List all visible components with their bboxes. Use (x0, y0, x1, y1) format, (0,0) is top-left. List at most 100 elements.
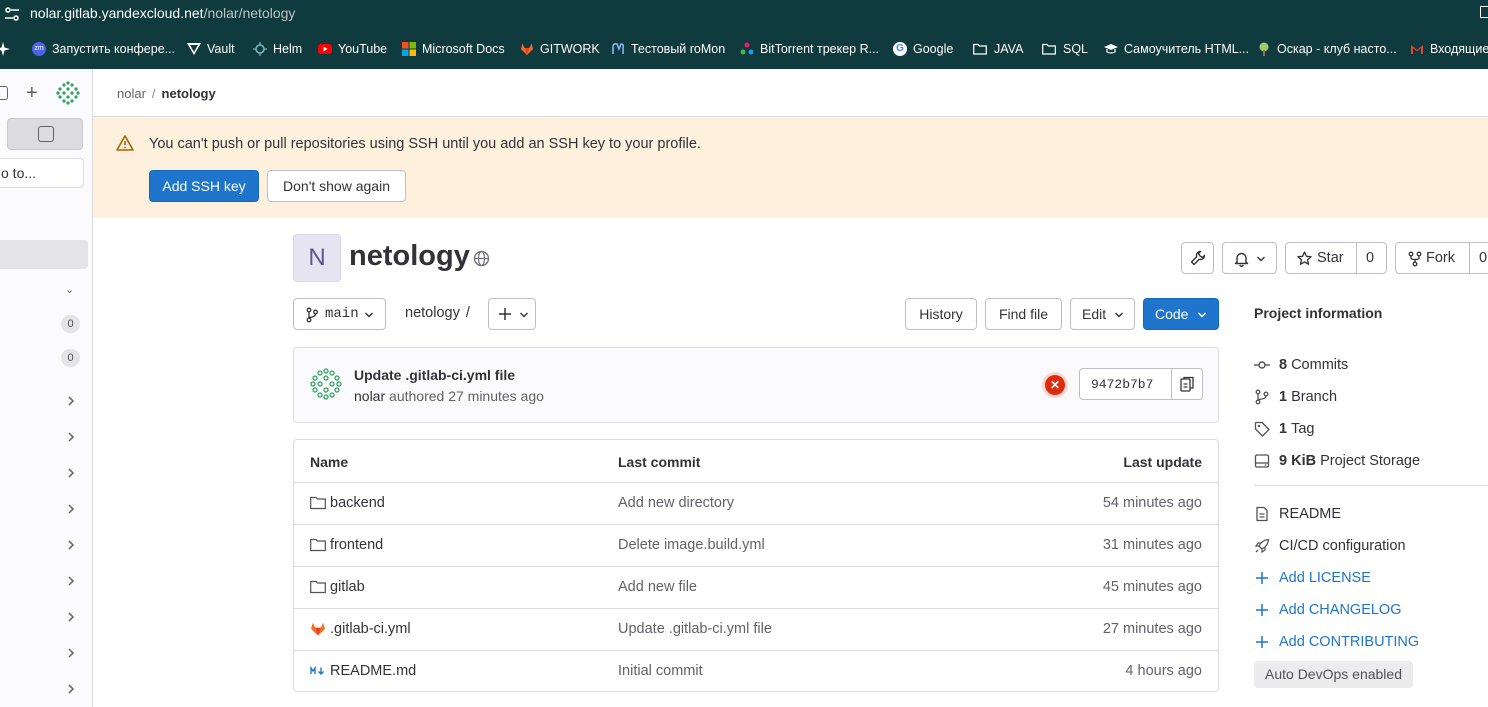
browser-address-bar[interactable]: nolar.gitlab.yandexcloud.net/nolar/netol… (0, 0, 1488, 29)
bookmark-extension[interactable] (0, 40, 16, 58)
todo-checkbox-icon[interactable] (38, 126, 54, 142)
table-row[interactable]: README.md Initial commit 4 hours ago (294, 650, 1218, 692)
fork-count[interactable]: 0 (1479, 250, 1487, 266)
last-commit-link[interactable]: Delete image.build.yml (618, 537, 765, 553)
add-contributing-link[interactable]: Add CONTRIBUTING (1254, 634, 1419, 650)
project-title[interactable]: netology (349, 240, 470, 273)
breadcrumb-separator: / (151, 86, 156, 101)
search-or-go-to-input[interactable]: o to... (0, 158, 84, 188)
table-row[interactable]: .gitlab-ci.yml Update .gitlab-ci.yml fil… (294, 608, 1218, 650)
bookmark-romon[interactable]: Тестовый roMon (611, 40, 725, 58)
add-ssh-key-button[interactable]: Add SSH key (149, 170, 259, 202)
add-license-link[interactable]: Add LICENSE (1254, 570, 1371, 586)
history-button[interactable]: History (905, 298, 977, 330)
last-update-time: 27 minutes ago (1102, 621, 1202, 637)
last-commit-link[interactable]: Add new directory (618, 495, 734, 511)
chevron-right-icon[interactable] (65, 431, 77, 443)
chevron-right-icon[interactable] (65, 683, 77, 695)
file-name-cell[interactable]: README.md (310, 663, 416, 679)
file-name[interactable]: gitlab (330, 579, 365, 595)
settings-button[interactable] (1181, 242, 1214, 274)
star-count[interactable]: 0 (1366, 250, 1374, 266)
ssh-key-alert: You can't push or pull repositories usin… (93, 117, 1488, 218)
last-commit-link[interactable]: Initial commit (618, 663, 703, 679)
breadcrumb-current-link[interactable]: netology (162, 86, 216, 101)
branch-selector[interactable]: main (293, 298, 386, 330)
bookmark-zoom[interactable]: zm Запустить конфере... (32, 40, 175, 58)
code-dropdown[interactable]: Code (1143, 298, 1219, 330)
bookmarks-bar: zm Запустить конфере... Vault Helm YouTu… (0, 29, 1488, 69)
commit-sha[interactable]: 9472b7b7 (1091, 377, 1153, 392)
star-button-group[interactable]: Star 0 (1285, 242, 1387, 274)
last-commit-link[interactable]: Add new file (618, 579, 697, 595)
bookmark-oskar[interactable]: Оскар - клуб насто... (1257, 40, 1397, 58)
file-name-cell[interactable]: backend (310, 495, 385, 511)
breadcrumb-parent-link[interactable]: nolar (117, 86, 146, 101)
repo-path-root-link[interactable]: netology (405, 305, 460, 321)
add-changelog-link[interactable]: Add CHANGELOG (1254, 602, 1402, 618)
url-text[interactable]: nolar.gitlab.yandexcloud.net/nolar/netol… (30, 5, 295, 21)
graduation-hat-icon (1104, 44, 1118, 54)
user-avatar-identicon[interactable] (56, 81, 80, 105)
sidebar-toggle-icon[interactable] (0, 86, 8, 100)
tags-link[interactable]: 1 Tag (1254, 421, 1314, 437)
commits-link[interactable]: 8 Commits (1254, 357, 1348, 373)
bookmark-folder-java[interactable]: JAVA (972, 40, 1023, 58)
bookmark-gmail[interactable]: Входящие (1410, 40, 1488, 58)
bookmark-youtube[interactable]: YouTube (318, 40, 387, 58)
chevron-right-icon[interactable] (65, 467, 77, 479)
file-name[interactable]: .gitlab-ci.yml (330, 621, 411, 637)
file-name-cell[interactable]: .gitlab-ci.yml (310, 621, 411, 637)
branch-icon (1255, 389, 1269, 405)
commit-sha-group[interactable]: 9472b7b7 (1079, 368, 1203, 400)
bookmark-gitwork[interactable]: GITWORK (520, 40, 600, 58)
author-avatar-identicon[interactable] (310, 368, 342, 400)
file-name[interactable]: frontend (330, 537, 383, 553)
column-header-last-update: Last update (1123, 454, 1202, 470)
romon-icon (612, 43, 625, 54)
last-commit-link[interactable]: Update .gitlab-ci.yml file (618, 621, 772, 637)
add-to-tree-dropdown[interactable] (488, 298, 536, 330)
file-name-cell[interactable]: gitlab (310, 579, 365, 595)
cicd-configuration-link[interactable]: CI/CD configuration (1254, 538, 1406, 554)
notifications-dropdown[interactable] (1222, 242, 1277, 274)
project-storage-link[interactable]: 9 KiB Project Storage (1254, 453, 1420, 469)
site-settings-icon[interactable] (4, 6, 20, 22)
dont-show-again-button[interactable]: Don't show again (267, 170, 406, 202)
file-name[interactable]: backend (330, 495, 385, 511)
auto-devops-badge[interactable]: Auto DevOps enabled (1254, 661, 1413, 688)
table-row[interactable]: frontend Delete image.build.yml 31 minut… (294, 524, 1218, 566)
commit-author-link[interactable]: nolar (354, 388, 385, 404)
find-file-button[interactable]: Find file (985, 298, 1062, 330)
commit-title-link[interactable]: Update .gitlab-ci.yml file (354, 367, 515, 383)
chevron-right-icon[interactable] (65, 575, 77, 587)
fork-button-group[interactable]: Fork 0 (1395, 242, 1488, 274)
bookmark-helm[interactable]: Helm (253, 40, 302, 58)
create-new-plus-icon[interactable]: + (26, 83, 38, 103)
table-row[interactable]: gitlab Add new file 45 minutes ago (294, 566, 1218, 608)
chevron-right-icon[interactable] (65, 503, 77, 515)
sidebar-tab-bar[interactable] (7, 118, 83, 150)
bookmark-vault[interactable]: Vault (187, 40, 235, 58)
table-row[interactable]: backend Add new directory 54 minutes ago (294, 482, 1218, 524)
bookmark-html-tutorial[interactable]: Самоучитель HTML... (1104, 40, 1249, 58)
window-restore-icon[interactable] (1480, 6, 1488, 18)
file-name-cell[interactable]: frontend (310, 537, 383, 553)
chevron-down-icon[interactable]: ⌄ (65, 283, 77, 296)
sidebar-count-badge: 0 (61, 315, 80, 333)
copy-icon[interactable] (1180, 376, 1194, 392)
sidebar-item-active[interactable] (0, 240, 88, 269)
edit-dropdown[interactable]: Edit (1070, 298, 1135, 330)
file-name[interactable]: README.md (330, 663, 416, 679)
chevron-right-icon[interactable] (65, 611, 77, 623)
pipeline-failed-icon[interactable]: ✕ (1045, 375, 1065, 395)
bookmark-google[interactable]: G Google (893, 40, 953, 58)
readme-link[interactable]: README (1254, 506, 1341, 522)
branches-link[interactable]: 1 Branch (1254, 389, 1337, 405)
chevron-right-icon[interactable] (65, 647, 77, 659)
chevron-right-icon[interactable] (65, 539, 77, 551)
bookmark-bittorrent[interactable]: BitTorrent трекер R... (740, 40, 879, 58)
bookmark-folder-sql[interactable]: SQL (1041, 40, 1088, 58)
chevron-right-icon[interactable] (65, 395, 77, 407)
bookmark-microsoft-docs[interactable]: Microsoft Docs (402, 40, 505, 58)
